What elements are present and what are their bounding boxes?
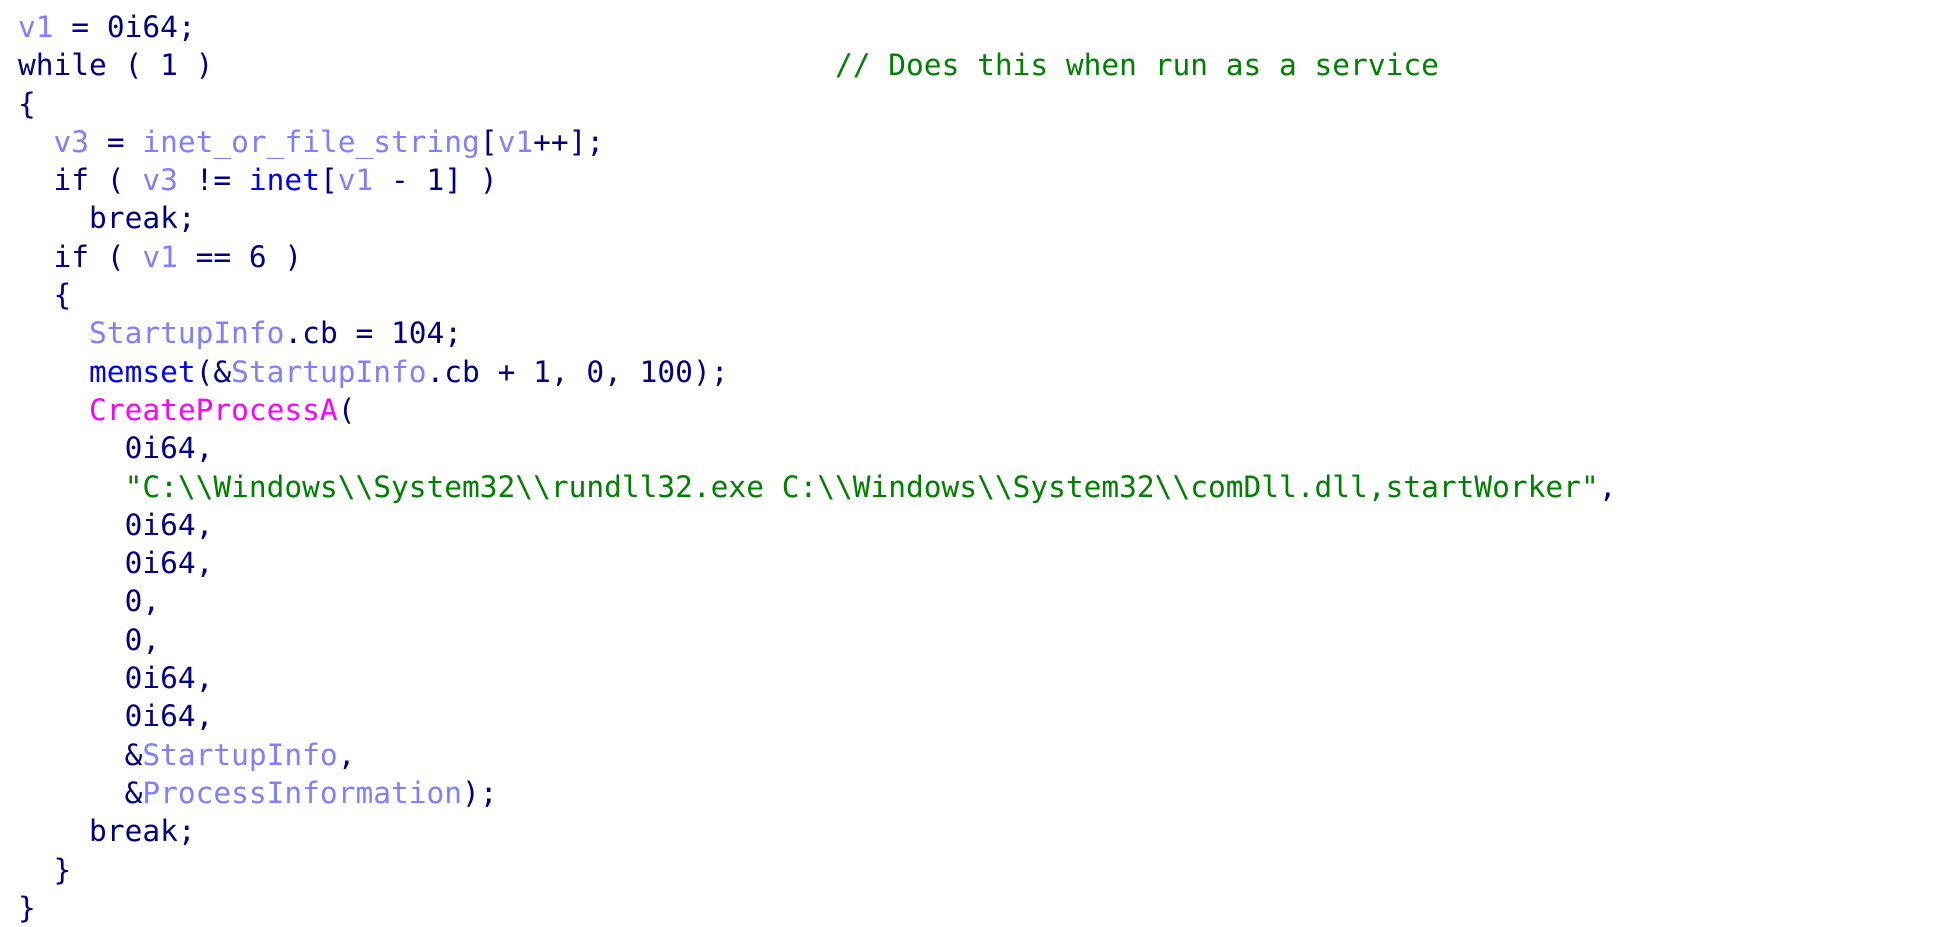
- code-text: !=: [177, 163, 249, 198]
- code-text: 0i64,: [18, 661, 214, 696]
- code-line[interactable]: StartupInfo.cb = 104;: [18, 314, 1616, 352]
- variable-token[interactable]: StartupInfo: [231, 355, 426, 389]
- code-line[interactable]: {: [18, 276, 1616, 314]
- code-text: {: [18, 278, 72, 313]
- code-text: 0,: [18, 622, 161, 657]
- code-text: =: [89, 124, 143, 159]
- pseudocode-view[interactable]: v1 = 0i64; while ( 1 ) // Does this when …: [18, 8, 1616, 927]
- code-line[interactable]: "C:\\Windows\\System32\\rundll32.exe C:\…: [18, 468, 1617, 506]
- variable-token[interactable]: StartupInfo: [89, 316, 284, 350]
- variable-token[interactable]: StartupInfo: [142, 738, 337, 772]
- code-text: [: [319, 163, 338, 198]
- comment: // Does this when run as a service: [835, 48, 1439, 83]
- code-line[interactable]: 0i64,: [18, 506, 1616, 544]
- code-text: if (: [18, 239, 143, 274]
- code-line[interactable]: CreateProcessA(: [18, 391, 1616, 429]
- code-text: ,: [337, 737, 356, 772]
- variable-token[interactable]: v1: [18, 10, 54, 44]
- code-text: ,: [1598, 469, 1617, 504]
- code-text: .cb + 1, 0, 100);: [426, 354, 729, 389]
- variable-token[interactable]: v1: [338, 163, 374, 197]
- code-text: }: [18, 890, 36, 925]
- function-token[interactable]: memset: [89, 355, 196, 389]
- code-line[interactable]: {: [18, 85, 1616, 123]
- api-call-token[interactable]: CreateProcessA: [89, 393, 338, 427]
- string-literal: "C:\\Windows\\System32\\rundll32.exe C:\…: [124, 469, 1599, 504]
- code-text: = 0i64;: [53, 10, 196, 44]
- code-line[interactable]: while ( 1 ) // Does this when run as a s…: [18, 46, 1616, 84]
- code-text: break;: [18, 814, 196, 849]
- code-text: if (: [18, 163, 143, 198]
- code-line[interactable]: 0i64,: [18, 429, 1616, 467]
- code-line[interactable]: }: [18, 889, 1616, 927]
- variable-token[interactable]: v3: [54, 125, 90, 159]
- code-line[interactable]: v1 = 0i64;: [18, 8, 1616, 46]
- code-text: &: [18, 775, 143, 810]
- code-text: == 6 ): [177, 239, 303, 274]
- code-text: 0i64,: [18, 699, 214, 734]
- variable-token[interactable]: ProcessInformation: [142, 776, 462, 810]
- code-line[interactable]: 0,: [18, 582, 1616, 620]
- code-text: break;: [18, 201, 196, 236]
- code-text: 0i64,: [18, 431, 214, 466]
- code-line[interactable]: }: [18, 851, 1616, 889]
- keyword-token: while ( 1 ): [18, 48, 214, 83]
- code-line[interactable]: &ProcessInformation);: [18, 774, 1616, 812]
- variable-token[interactable]: v3: [142, 163, 178, 197]
- code-line[interactable]: 0i64,: [18, 697, 1616, 735]
- code-text: (: [337, 392, 356, 427]
- code-line[interactable]: if ( v1 == 6 ): [18, 238, 1616, 276]
- code-line[interactable]: v3 = inet_or_file_string[v1++];: [18, 123, 1616, 161]
- code-text: 0i64,: [18, 546, 214, 581]
- code-text: [: [479, 124, 498, 159]
- code-text: 0,: [18, 584, 161, 619]
- code-text: {: [18, 86, 36, 121]
- code-text: }: [18, 852, 72, 887]
- code-line[interactable]: 0i64,: [18, 659, 1616, 697]
- function-token[interactable]: inet: [249, 163, 320, 197]
- variable-token[interactable]: v1: [142, 240, 178, 274]
- variable-token[interactable]: inet_or_file_string: [142, 125, 479, 159]
- code-line[interactable]: memset(&StartupInfo.cb + 1, 0, 100);: [18, 353, 1616, 391]
- code-text: .cb = 104;: [284, 316, 463, 351]
- variable-token[interactable]: v1: [498, 125, 534, 159]
- code-text: ++];: [533, 124, 605, 159]
- code-line[interactable]: 0,: [18, 621, 1616, 659]
- code-text: 0i64,: [18, 507, 214, 542]
- code-text: (&: [195, 354, 232, 389]
- code-line[interactable]: if ( v3 != inet[v1 - 1] ): [18, 161, 1616, 199]
- code-text: &: [18, 737, 143, 772]
- code-line[interactable]: 0i64,: [18, 544, 1616, 582]
- code-text: );: [462, 775, 498, 810]
- code-line[interactable]: break;: [18, 812, 1616, 850]
- code-text: - 1] ): [373, 163, 498, 198]
- code-line[interactable]: &StartupInfo,: [18, 736, 1616, 774]
- code-line[interactable]: break;: [18, 199, 1616, 237]
